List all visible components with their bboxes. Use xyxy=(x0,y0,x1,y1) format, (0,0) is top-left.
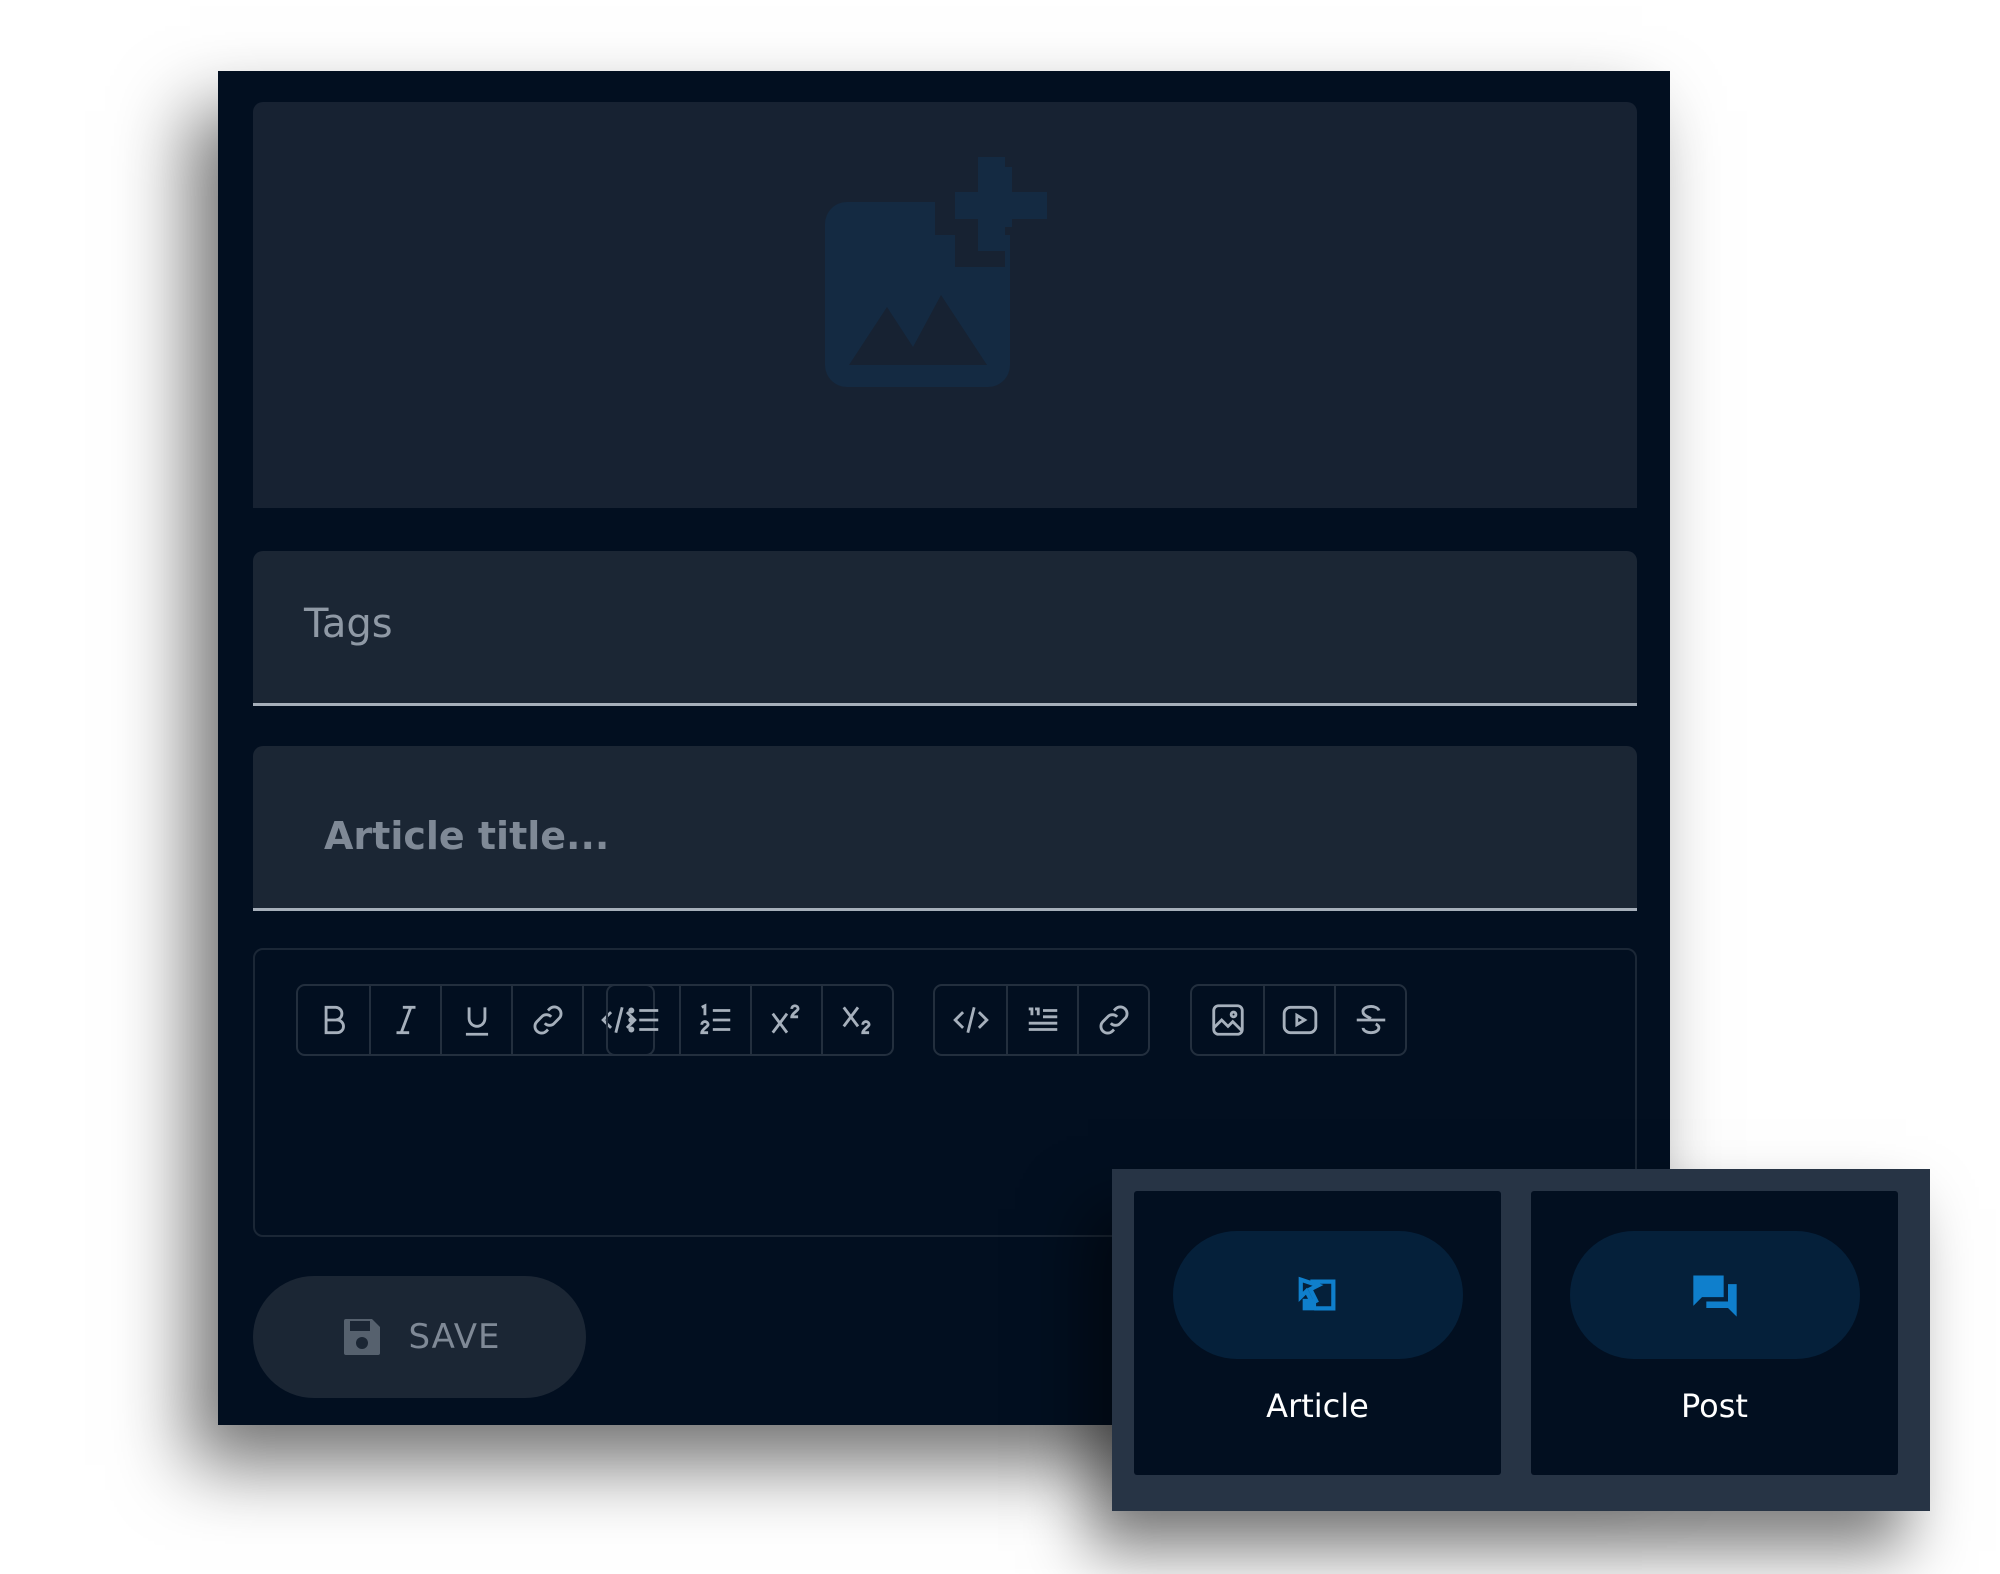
tags-input[interactable]: Tags xyxy=(253,551,1637,706)
bullet-list-icon xyxy=(627,1007,658,1033)
italic-button[interactable] xyxy=(369,986,440,1054)
article-icon-pill xyxy=(1173,1231,1463,1359)
article-title-input[interactable]: Article title... xyxy=(253,746,1637,911)
image-icon xyxy=(1211,1004,1244,1036)
numbered-list-button[interactable] xyxy=(679,986,750,1054)
article-title-placeholder: Article title... xyxy=(324,814,610,858)
content-type-picker: Article Post xyxy=(1112,1169,1930,1511)
blockquote-button[interactable] xyxy=(1006,986,1077,1054)
block-link-button[interactable] xyxy=(1077,986,1148,1054)
numbered-list-icon xyxy=(699,1003,730,1035)
add-image-icon xyxy=(825,157,1047,387)
underline-button[interactable] xyxy=(440,986,511,1054)
type-option-post[interactable]: Post xyxy=(1531,1191,1898,1475)
type-option-label: Article xyxy=(1266,1387,1369,1425)
cover-image-upload[interactable] xyxy=(253,102,1637,508)
strikethrough-icon xyxy=(1356,1005,1385,1035)
underline-icon xyxy=(465,1007,488,1036)
toolbar-group-blocks xyxy=(933,984,1150,1056)
subscript-button[interactable] xyxy=(821,986,892,1054)
code-block-button[interactable] xyxy=(935,986,1006,1054)
superscript-icon xyxy=(771,1004,800,1034)
bullet-list-button[interactable] xyxy=(608,986,679,1054)
insert-video-button[interactable] xyxy=(1263,986,1334,1054)
type-option-label: Post xyxy=(1681,1387,1748,1425)
save-button[interactable]: SAVE xyxy=(253,1276,586,1398)
floppy-disk-icon xyxy=(344,1319,381,1355)
article-icon xyxy=(1298,1276,1336,1311)
insert-image-button[interactable] xyxy=(1192,986,1263,1054)
subscript-icon xyxy=(842,1006,871,1035)
tags-placeholder: Tags xyxy=(304,601,393,647)
forum-icon xyxy=(1693,1275,1737,1317)
link-button[interactable] xyxy=(511,986,582,1054)
toolbar-group-format xyxy=(296,984,655,1056)
bold-icon xyxy=(324,1005,345,1035)
type-option-article[interactable]: Article xyxy=(1134,1191,1501,1475)
post-icon-pill xyxy=(1570,1231,1860,1359)
video-icon xyxy=(1282,1005,1317,1035)
toolbar-group-lists xyxy=(606,984,894,1056)
link-icon xyxy=(1099,1005,1128,1035)
bold-button[interactable] xyxy=(298,986,369,1054)
code-block-icon xyxy=(952,1006,989,1034)
strikethrough-button[interactable] xyxy=(1334,986,1405,1054)
blockquote-icon xyxy=(1028,1007,1057,1031)
italic-icon xyxy=(396,1005,415,1035)
superscript-button[interactable] xyxy=(750,986,821,1054)
link-icon xyxy=(533,1005,562,1035)
toolbar-group-media xyxy=(1190,984,1407,1056)
save-label: SAVE xyxy=(408,1317,501,1357)
